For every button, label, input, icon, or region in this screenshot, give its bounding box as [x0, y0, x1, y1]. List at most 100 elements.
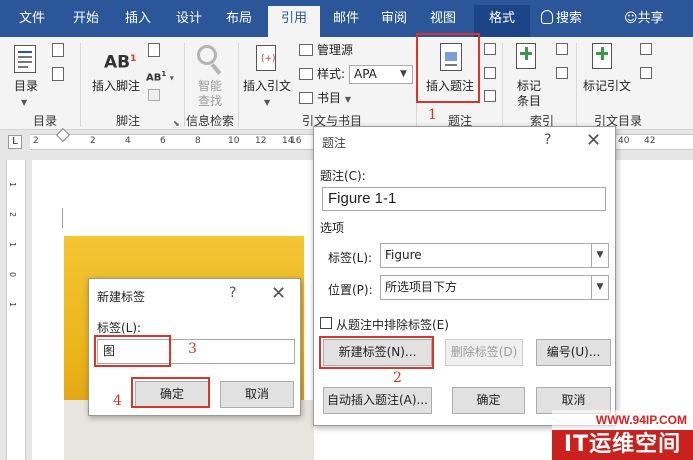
ruler-number: 2 [90, 136, 96, 146]
ruler-number: 1 [8, 301, 18, 308]
manage-sources-button[interactable]: 管理源 [317, 42, 353, 58]
caption-label: 题注(C): [320, 169, 366, 183]
numbering-button[interactable]: 编号(U)... [536, 339, 611, 366]
tab-layout[interactable]: 布局 [215, 8, 263, 37]
highlight-new-label [319, 336, 434, 369]
tab-home[interactable]: 开始 [62, 8, 110, 37]
caption-input[interactable]: Figure 1-1 [322, 187, 606, 211]
group-separator [502, 43, 503, 127]
step-number: 1 [428, 107, 437, 123]
smart-lookup-label-2[interactable]: 查找 [198, 93, 222, 109]
mark-citation-icon [592, 43, 612, 69]
tab-mailings[interactable]: 邮件 [322, 8, 370, 37]
update-table-of-figures-icon[interactable] [484, 67, 496, 79]
search-label: 搜索 [556, 11, 583, 26]
update-index-icon[interactable] [556, 67, 568, 79]
lightbulb-icon [541, 10, 553, 24]
delete-label-button: 删除标签(D) [445, 339, 523, 366]
highlight-ok-button [131, 377, 210, 408]
update-table-icon[interactable] [52, 67, 64, 81]
ruler-number: 1 [8, 181, 18, 188]
tab-file[interactable]: 文件 [8, 8, 56, 37]
group-separator [238, 43, 239, 127]
mark-entry-icon [516, 43, 536, 69]
mark-citation-button[interactable]: 标记引文 [583, 78, 631, 94]
step-number: 4 [113, 393, 122, 409]
vertical-ruler: 1 2 1 0 1 [6, 160, 26, 460]
citation-style-value: APA [354, 67, 377, 81]
magnifier-handle [210, 63, 222, 75]
tab-review[interactable]: 审阅 [370, 8, 418, 37]
label-select[interactable]: Figure ▼ [380, 243, 609, 268]
help-icon[interactable]: ? [229, 285, 236, 301]
indent-marker[interactable] [55, 127, 71, 143]
new-label-cancel-button[interactable]: 取消 [220, 381, 294, 408]
tell-me-search[interactable]: 搜索 [541, 9, 582, 29]
ruler-number: 8 [195, 136, 201, 146]
ruler-number: 6 [160, 136, 166, 146]
group-separator [576, 43, 577, 127]
mark-entry-label-2[interactable]: 条目 [517, 93, 541, 109]
ribbon-tab-bar: 文件 开始 插入 设计 布局 引用 邮件 审阅 视图 格式 搜索 ☺共享 [0, 0, 693, 37]
insert-index-icon[interactable] [556, 43, 568, 55]
ruler-number: 40 [618, 136, 630, 146]
insert-footnote-icon: AB1 [104, 52, 137, 73]
ruler-number: 2 [33, 136, 39, 146]
ruler-number: 12 [255, 136, 267, 146]
update-toa-icon[interactable] [640, 67, 652, 79]
highlight-label-input [94, 335, 171, 367]
style-icon [299, 68, 313, 80]
caption-ok-button[interactable]: 确定 [452, 387, 525, 414]
group-separator [80, 43, 81, 127]
ruler-number: 10 [228, 136, 240, 146]
ruler-number: 16 [290, 136, 302, 146]
tab-references[interactable]: 引用 [268, 6, 320, 37]
chevron-down-icon: ▼ [264, 98, 271, 107]
person-icon: ☺ [624, 11, 638, 26]
tab-format[interactable]: 格式 [474, 5, 530, 37]
bibliography-icon [299, 92, 313, 104]
tab-selector[interactable]: L [8, 135, 22, 149]
chevron-down-icon: ▼ [400, 69, 407, 79]
style-label: 样式: [317, 67, 346, 81]
toc-button[interactable]: 目录 [14, 78, 38, 94]
ruler-number: 0 [8, 271, 18, 278]
insert-endnote-icon[interactable] [148, 43, 160, 57]
close-icon[interactable]: ✕ [586, 132, 601, 150]
chevron-down-icon: ▼ [591, 276, 608, 299]
help-icon[interactable]: ? [544, 132, 551, 148]
group-label-toc: 目录 [33, 114, 58, 128]
tab-insert[interactable]: 插入 [114, 8, 162, 37]
insert-table-of-figures-icon[interactable] [484, 43, 496, 55]
ruler-number: 4 [125, 136, 131, 146]
label-field-label: 标签(L): [328, 251, 373, 265]
smart-lookup-label-1[interactable]: 智能 [198, 78, 222, 94]
chevron-down-icon: ▼ [591, 244, 608, 267]
group-separator [184, 43, 185, 127]
group-label-footnotes: 脚注 [116, 114, 141, 128]
show-notes-icon[interactable] [148, 89, 160, 101]
chevron-down-icon: ▼ [21, 98, 28, 107]
dialog-title: 新建标签 [97, 290, 146, 304]
close-icon[interactable]: ✕ [271, 285, 286, 303]
label-select-value: Figure [385, 248, 422, 262]
share-button[interactable]: ☺共享 [624, 9, 664, 29]
autocaption-button[interactable]: 自动插入题注(A)... [323, 387, 432, 414]
bibliography-button[interactable]: 书目 ▼ [317, 90, 351, 108]
share-label: 共享 [637, 11, 664, 26]
position-select[interactable]: 所选项目下方 ▼ [380, 275, 609, 300]
caption-dialog: 题注 ? ✕ 题注(C): Figure 1-1 选项 标签(L): Figur… [313, 126, 616, 426]
insert-footnote-button[interactable]: 插入脚注 [92, 78, 140, 94]
position-field-label: 位置(P): [328, 283, 373, 297]
exclude-label-checkbox[interactable] [320, 317, 332, 329]
citation-style-dropdown[interactable]: APA ▼ [349, 65, 413, 84]
new-label-field-label: 标签(L): [97, 321, 142, 335]
next-footnote-icon[interactable]: AB1 ▾ [146, 66, 174, 86]
ruler-number: 1 [8, 241, 18, 248]
mark-entry-label-1[interactable]: 标记 [517, 78, 541, 94]
insert-citation-button[interactable]: 插入引文 [243, 78, 291, 94]
tab-design[interactable]: 设计 [165, 8, 213, 37]
cross-reference-icon[interactable] [484, 90, 496, 102]
insert-toa-icon[interactable] [640, 43, 652, 55]
add-text-icon[interactable] [52, 43, 64, 57]
